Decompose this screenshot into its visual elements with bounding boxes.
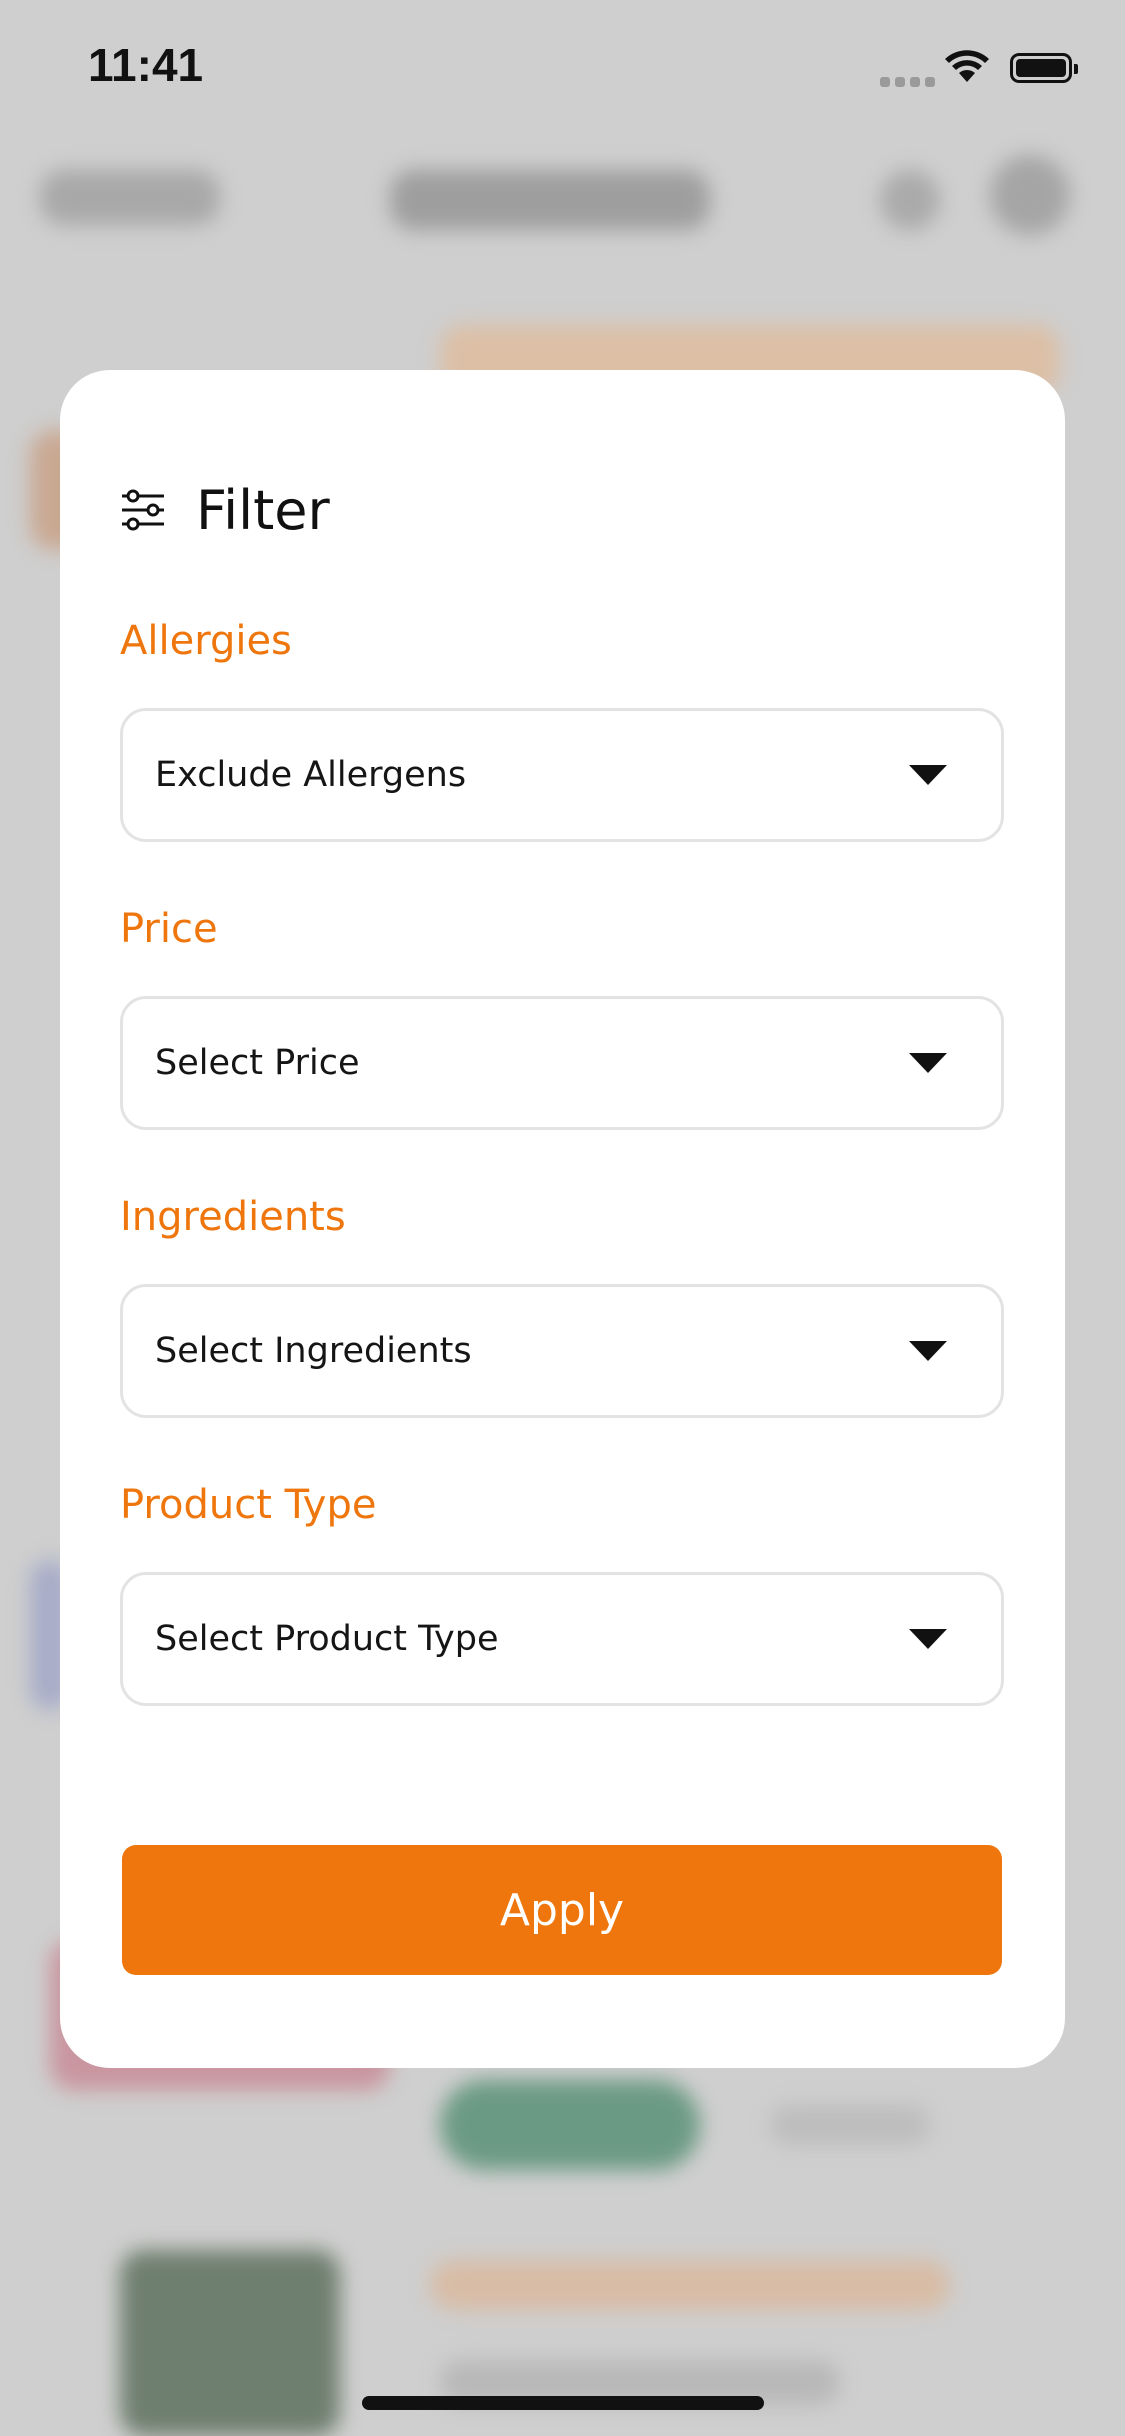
product-type-label: Product Type	[120, 1482, 377, 1528]
home-indicator[interactable]	[362, 2396, 764, 2410]
price-label: Price	[120, 906, 218, 952]
bg-blurred-avatar	[990, 155, 1070, 235]
bg-blurred-header-left	[40, 170, 220, 225]
product-type-select[interactable]: Select Product Type	[120, 1572, 1004, 1706]
bg-blurred-product-image-2	[120, 2250, 340, 2436]
allergies-select-value: Exclude Allergens	[155, 755, 467, 795]
product-type-select-value: Select Product Type	[155, 1619, 499, 1659]
bg-blurred-header-icon	[880, 170, 940, 230]
bg-blurred-text	[770, 2105, 930, 2145]
battery-icon	[1010, 53, 1078, 83]
ingredients-select[interactable]: Select Ingredients	[120, 1284, 1004, 1418]
bg-blurred-product-title	[430, 2260, 950, 2310]
price-select-value: Select Price	[155, 1043, 360, 1083]
filter-sheet: Filter Allergies Exclude Allergens Price…	[60, 370, 1065, 2068]
filter-header: Filter	[120, 470, 330, 550]
caret-down-icon	[909, 1341, 947, 1361]
apply-button[interactable]: Apply	[122, 1845, 1002, 1975]
allergies-select[interactable]: Exclude Allergens	[120, 708, 1004, 842]
bg-blurred-green-button	[440, 2080, 700, 2170]
sliders-icon	[122, 489, 164, 531]
ingredients-select-value: Select Ingredients	[155, 1331, 472, 1371]
caret-down-icon	[909, 765, 947, 785]
ingredients-label: Ingredients	[120, 1194, 346, 1240]
price-select[interactable]: Select Price	[120, 996, 1004, 1130]
allergies-label: Allergies	[120, 618, 292, 664]
bg-blurred-header-title	[390, 170, 710, 230]
filter-title: Filter	[196, 478, 330, 542]
status-time: 11:41	[88, 39, 204, 91]
status-bar: 11:41	[0, 0, 1125, 140]
signal-dots-icon	[880, 72, 940, 91]
caret-down-icon	[909, 1629, 947, 1649]
wifi-icon	[945, 50, 989, 82]
caret-down-icon	[909, 1053, 947, 1073]
